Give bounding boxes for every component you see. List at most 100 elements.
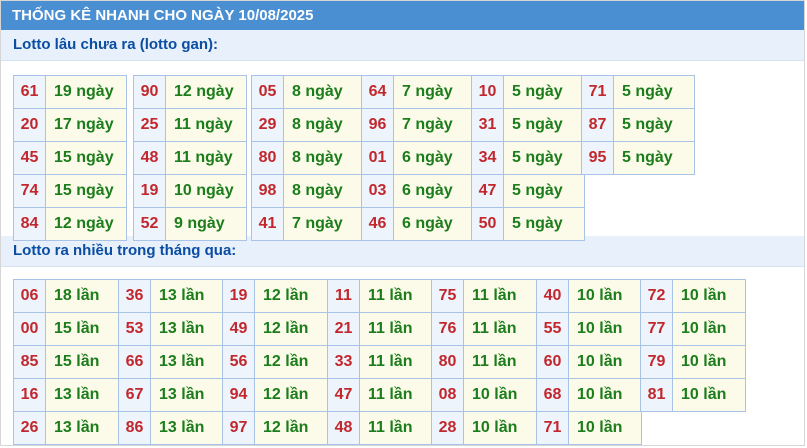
freq-row: 53 13 lần bbox=[119, 312, 223, 345]
freq-row: 55 10 lần bbox=[537, 312, 641, 345]
gan-row: 01 6 ngày bbox=[362, 141, 474, 174]
lotto-number: 16 bbox=[14, 379, 46, 411]
lotto-number: 40 bbox=[537, 280, 569, 312]
lotto-number: 28 bbox=[432, 412, 464, 444]
freq-row: 60 10 lần bbox=[537, 345, 641, 378]
page-title: THỐNG KÊ NHANH CHO NGÀY 10/08/2025 bbox=[1, 1, 804, 30]
gan-row: 61 19 ngày bbox=[14, 76, 126, 108]
times-drawn: 11 lần bbox=[464, 346, 536, 378]
lotto-number: 86 bbox=[119, 412, 151, 444]
freq-group: 36 13 lần 53 13 lần 66 13 lần 67 13 lần 86 13 lần bbox=[118, 279, 224, 445]
days-absent: 7 ngày bbox=[394, 76, 474, 108]
times-drawn: 10 lần bbox=[673, 379, 745, 411]
gan-row: 34 5 ngày bbox=[472, 141, 584, 174]
gan-row: 05 8 ngày bbox=[252, 76, 364, 108]
lotto-number: 10 bbox=[472, 76, 504, 108]
freq-row: 16 13 lần bbox=[14, 378, 118, 411]
gan-row: 98 8 ngày bbox=[252, 174, 364, 207]
times-drawn: 10 lần bbox=[673, 346, 745, 378]
gan-row: 41 7 ngày bbox=[252, 207, 364, 240]
gan-section-heading: Lotto lâu chưa ra (lotto gan): bbox=[1, 30, 804, 61]
freq-group: 19 12 lần 49 12 lần 56 12 lần 94 12 lần 97 12 lần bbox=[222, 279, 328, 445]
freq-row: 66 13 lần bbox=[119, 345, 223, 378]
days-absent: 9 ngày bbox=[166, 208, 246, 240]
freq-row: 33 11 lần bbox=[328, 345, 432, 378]
days-absent: 8 ngày bbox=[284, 76, 364, 108]
freq-row: 71 10 lần bbox=[537, 411, 641, 444]
times-drawn: 12 lần bbox=[255, 379, 327, 411]
times-drawn: 18 lần bbox=[46, 280, 118, 312]
times-drawn: 12 lần bbox=[255, 280, 327, 312]
lotto-number: 20 bbox=[14, 109, 46, 141]
lotto-number: 03 bbox=[362, 175, 394, 207]
freq-row: 48 11 lần bbox=[328, 411, 432, 444]
freq-row: 11 11 lần bbox=[328, 280, 432, 312]
gan-row: 03 6 ngày bbox=[362, 174, 474, 207]
freq-row: 72 10 lần bbox=[641, 280, 745, 312]
lotto-number: 48 bbox=[134, 142, 166, 174]
freq-row: 94 12 lần bbox=[223, 378, 327, 411]
gan-row: 50 5 ngày bbox=[472, 207, 584, 240]
freq-row: 97 12 lần bbox=[223, 411, 327, 444]
lotto-number: 81 bbox=[641, 379, 673, 411]
lotto-number: 85 bbox=[14, 346, 46, 378]
times-drawn: 10 lần bbox=[569, 379, 641, 411]
lotto-number: 49 bbox=[223, 313, 255, 345]
times-drawn: 10 lần bbox=[569, 280, 641, 312]
gan-row: 80 8 ngày bbox=[252, 141, 364, 174]
days-absent: 5 ngày bbox=[504, 142, 584, 174]
freq-row: 80 11 lần bbox=[432, 345, 536, 378]
times-drawn: 15 lần bbox=[46, 313, 118, 345]
freq-group: 75 11 lần 76 11 lần 80 11 lần 08 10 lần 28 10 lần bbox=[431, 279, 537, 445]
days-absent: 5 ngày bbox=[614, 142, 694, 174]
days-absent: 5 ngày bbox=[614, 109, 694, 141]
lotto-number: 55 bbox=[537, 313, 569, 345]
freq-row: 68 10 lần bbox=[537, 378, 641, 411]
freq-row: 26 13 lần bbox=[14, 411, 118, 444]
days-absent: 5 ngày bbox=[504, 109, 584, 141]
times-drawn: 13 lần bbox=[151, 379, 223, 411]
lotto-number: 97 bbox=[223, 412, 255, 444]
times-drawn: 13 lần bbox=[151, 280, 223, 312]
lotto-number: 64 bbox=[362, 76, 394, 108]
times-drawn: 11 lần bbox=[360, 313, 432, 345]
lotto-number: 29 bbox=[252, 109, 284, 141]
days-absent: 5 ngày bbox=[504, 175, 584, 207]
gan-group: 71 5 ngày 87 5 ngày 95 5 ngày bbox=[581, 75, 695, 175]
stats-panel: THỐNG KÊ NHANH CHO NGÀY 10/08/2025 Lotto… bbox=[0, 0, 805, 446]
gan-groups: 61 19 ngày 20 17 ngày 45 15 ngày 74 15 ngày 84 12… bbox=[1, 61, 804, 241]
lotto-number: 87 bbox=[582, 109, 614, 141]
times-drawn: 11 lần bbox=[360, 379, 432, 411]
lotto-number: 76 bbox=[432, 313, 464, 345]
days-absent: 7 ngày bbox=[394, 109, 474, 141]
gan-row: 95 5 ngày bbox=[582, 141, 694, 174]
freq-row: 36 13 lần bbox=[119, 280, 223, 312]
gan-row: 25 11 ngày bbox=[134, 108, 246, 141]
times-drawn: 10 lần bbox=[464, 412, 536, 444]
lotto-number: 84 bbox=[14, 208, 46, 240]
days-absent: 10 ngày bbox=[166, 175, 246, 207]
freq-row: 28 10 lần bbox=[432, 411, 536, 444]
lotto-number: 19 bbox=[223, 280, 255, 312]
gan-group: 61 19 ngày 20 17 ngày 45 15 ngày 74 15 ngày 84 12… bbox=[13, 75, 127, 241]
days-absent: 12 ngày bbox=[166, 76, 246, 108]
gan-row: 45 15 ngày bbox=[14, 141, 126, 174]
lotto-number: 52 bbox=[134, 208, 166, 240]
times-drawn: 11 lần bbox=[464, 280, 536, 312]
times-drawn: 13 lần bbox=[46, 379, 118, 411]
freq-row: 56 12 lần bbox=[223, 345, 327, 378]
days-absent: 5 ngày bbox=[614, 76, 694, 108]
lotto-number: 96 bbox=[362, 109, 394, 141]
freq-row: 79 10 lần bbox=[641, 345, 745, 378]
days-absent: 6 ngày bbox=[394, 208, 474, 240]
days-absent: 11 ngày bbox=[166, 142, 246, 174]
freq-row: 67 13 lần bbox=[119, 378, 223, 411]
times-drawn: 13 lần bbox=[46, 412, 118, 444]
freq-row: 49 12 lần bbox=[223, 312, 327, 345]
freq-row: 08 10 lần bbox=[432, 378, 536, 411]
lotto-number: 61 bbox=[14, 76, 46, 108]
freq-row: 81 10 lần bbox=[641, 378, 745, 411]
gan-row: 48 11 ngày bbox=[134, 141, 246, 174]
lotto-number: 06 bbox=[14, 280, 46, 312]
days-absent: 15 ngày bbox=[46, 175, 126, 207]
